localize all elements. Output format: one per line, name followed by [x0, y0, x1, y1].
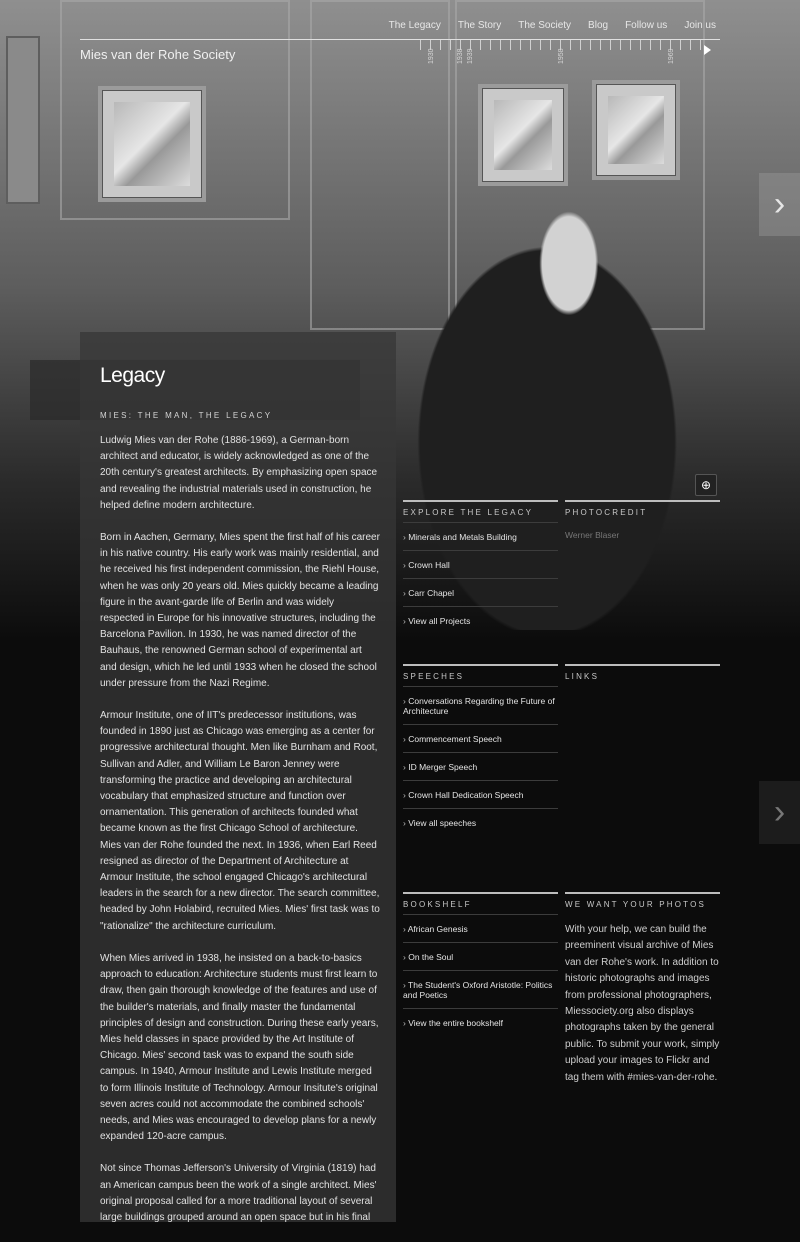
legacy-panel: Legacy MIES: THE MAN, THE LEGACY Ludwig …: [80, 332, 396, 1223]
photos-text: With your help, we can build the preemin…: [565, 924, 720, 1083]
bookshelf-list: African Genesis On the Soul The Student'…: [403, 914, 558, 1036]
speeches-heading: SPEECHES: [403, 664, 558, 686]
nav-blog[interactable]: Blog: [588, 20, 608, 31]
view-bookshelf-link[interactable]: View the entire bookshelf: [403, 1008, 558, 1036]
view-all-projects-link[interactable]: View all Projects: [403, 606, 558, 634]
section-kicker: MIES: THE MAN, THE LEGACY: [100, 411, 273, 420]
speech-link[interactable]: ID Merger Speech: [403, 752, 558, 780]
article-paragraph: Ludwig Mies van der Rohe (1886-1969), a …: [100, 435, 378, 511]
links-column: LINKS: [565, 664, 720, 686]
article-paragraph: When Mies arrived in 1938, he insisted o…: [100, 952, 379, 1143]
timeline-year[interactable]: 1930: [428, 48, 435, 64]
nav-the-story[interactable]: The Story: [458, 20, 501, 31]
zoom-icon[interactable]: ⊕: [695, 474, 717, 496]
view-all-speeches-link[interactable]: View all speeches: [403, 808, 558, 836]
explore-heading: EXPLORE THE LEGACY: [403, 500, 558, 522]
speech-link[interactable]: Crown Hall Dedication Speech: [403, 780, 558, 808]
book-link[interactable]: The Student's Oxford Aristotle: Politics…: [403, 970, 558, 1008]
explore-column: EXPLORE THE LEGACY Minerals and Metals B…: [403, 500, 558, 634]
nav-the-society[interactable]: The Society: [518, 20, 571, 31]
book-link[interactable]: On the Soul: [403, 942, 558, 970]
timeline-year[interactable]: 1969: [668, 48, 675, 64]
photocredit-heading: PHOTOCREDIT: [565, 500, 720, 522]
explore-link[interactable]: Crown Hall: [403, 550, 558, 578]
photocredit-column: PHOTOCREDIT Werner Blaser: [565, 500, 720, 540]
page-title: Legacy: [100, 364, 165, 387]
chevron-right-icon[interactable]: ›: [759, 173, 800, 236]
picture-frame: [98, 86, 206, 202]
explore-link[interactable]: Minerals and Metals Building: [403, 522, 558, 550]
links-heading: LINKS: [565, 664, 720, 686]
timeline-year[interactable]: 1938: [457, 48, 464, 64]
speech-link[interactable]: Commencement Speech: [403, 724, 558, 752]
nav-the-legacy[interactable]: The Legacy: [389, 20, 441, 31]
speech-link[interactable]: Conversations Regarding the Future of Ar…: [403, 686, 558, 724]
timeline-year[interactable]: 1958: [558, 48, 565, 64]
nav-join-us[interactable]: Join us: [684, 20, 716, 31]
photos-column: WE WANT YOUR PHOTOS With your help, we c…: [565, 892, 720, 1086]
top-nav: The Legacy The Story The Society Blog Fo…: [389, 20, 716, 31]
bookshelf-column: BOOKSHELF African Genesis On the Soul Th…: [403, 892, 558, 1036]
site-title[interactable]: Mies van der Rohe Society: [80, 47, 235, 62]
explore-list: Minerals and Metals Building Crown Hall …: [403, 522, 558, 634]
speeches-column: SPEECHES Conversations Regarding the Fut…: [403, 664, 558, 836]
bookshelf-heading: BOOKSHELF: [403, 892, 558, 914]
book-link[interactable]: African Genesis: [403, 914, 558, 942]
article-body: Ludwig Mies van der Rohe (1886-1969), a …: [100, 433, 380, 1242]
timeline-year[interactable]: 1939: [467, 48, 474, 64]
article-paragraph: Born in Aachen, Germany, Mies spent the …: [100, 532, 380, 689]
explore-link[interactable]: Carr Chapel: [403, 578, 558, 606]
chevron-right-icon[interactable]: ›: [759, 781, 800, 844]
photos-heading: WE WANT YOUR PHOTOS: [565, 892, 720, 914]
photocredit-name: Werner Blaser: [565, 530, 620, 540]
article-paragraph: Armour Institute, one of IIT's predecess…: [100, 710, 380, 932]
speeches-list: Conversations Regarding the Future of Ar…: [403, 686, 558, 836]
nav-follow-us[interactable]: Follow us: [625, 20, 667, 31]
timeline-play-icon[interactable]: [704, 45, 711, 55]
article-paragraph: Not since Thomas Jefferson's University …: [100, 1163, 377, 1223]
wall-frame: [6, 36, 40, 204]
